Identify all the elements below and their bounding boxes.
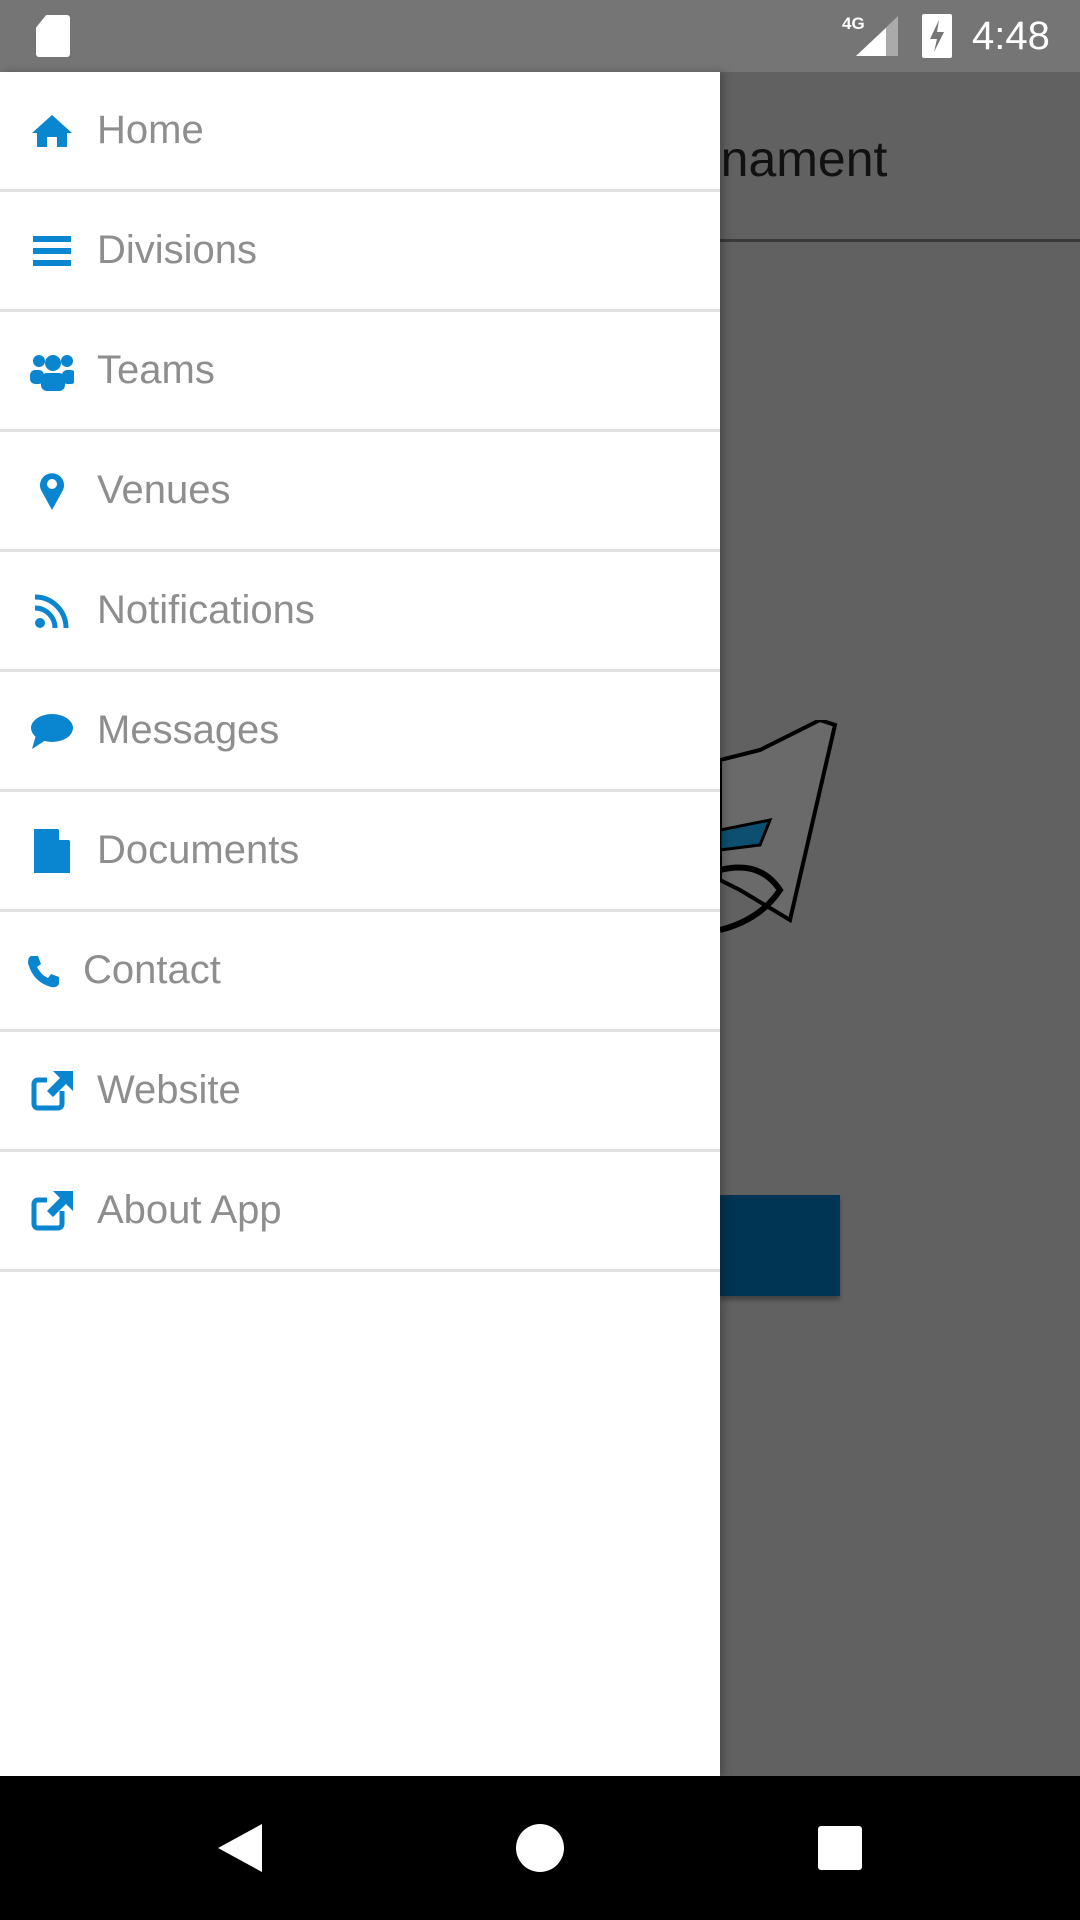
drawer-item-label: Website [97,1068,241,1112]
drawer-item-label: Venues [97,468,231,512]
drawer-item-divisions[interactable]: Divisions [0,192,720,312]
signal-icon [856,16,898,56]
file-icon [30,828,74,873]
external-link-icon [30,1069,74,1113]
map-marker-icon [30,469,74,513]
drawer-item-website[interactable]: Website [0,1032,720,1152]
home-icon [30,109,74,153]
drawer-item-label: Notifications [97,588,315,632]
battery-charging-icon [922,14,952,58]
clock: 4:48 [972,14,1050,58]
navigation-drawer: Home Divisions Teams Venues Notification… [0,72,720,1776]
home-button[interactable] [516,1824,564,1872]
drawer-item-label: Contact [83,948,221,992]
drawer-item-label: Messages [97,708,280,752]
sd-card-icon [36,15,70,57]
drawer-item-venues[interactable]: Venues [0,432,720,552]
drawer-item-label: Documents [97,828,300,872]
drawer-item-home[interactable]: Home [0,72,720,192]
header-divider [720,239,1080,242]
status-bar: 4G 4:48 [0,0,1080,72]
drawer-item-messages[interactable]: Messages [0,672,720,792]
external-link-icon [30,1189,74,1233]
drawer-item-contact[interactable]: Contact [0,912,720,1032]
recents-button[interactable] [818,1826,862,1870]
system-nav-bar [0,1776,1080,1920]
drawer-item-documents[interactable]: Documents [0,792,720,912]
chat-bubble-icon [30,709,74,753]
drawer-item-label: Teams [97,348,215,392]
users-icon [30,349,74,393]
drawer-item-about-app[interactable]: About App [0,1152,720,1272]
back-button[interactable] [218,1824,262,1872]
phone-icon [26,949,62,993]
list-icon [30,229,74,273]
drawer-item-label: Divisions [97,228,258,272]
drawer-item-teams[interactable]: Teams [0,312,720,432]
drawer-item-label: Home [97,108,204,152]
app-title: rnament [704,131,888,187]
drawer-item-notifications[interactable]: Notifications [0,552,720,672]
drawer-item-label: About App [97,1188,282,1232]
tournament-logo [720,720,838,933]
rss-icon [30,589,74,633]
primary-button[interactable] [720,1195,840,1296]
